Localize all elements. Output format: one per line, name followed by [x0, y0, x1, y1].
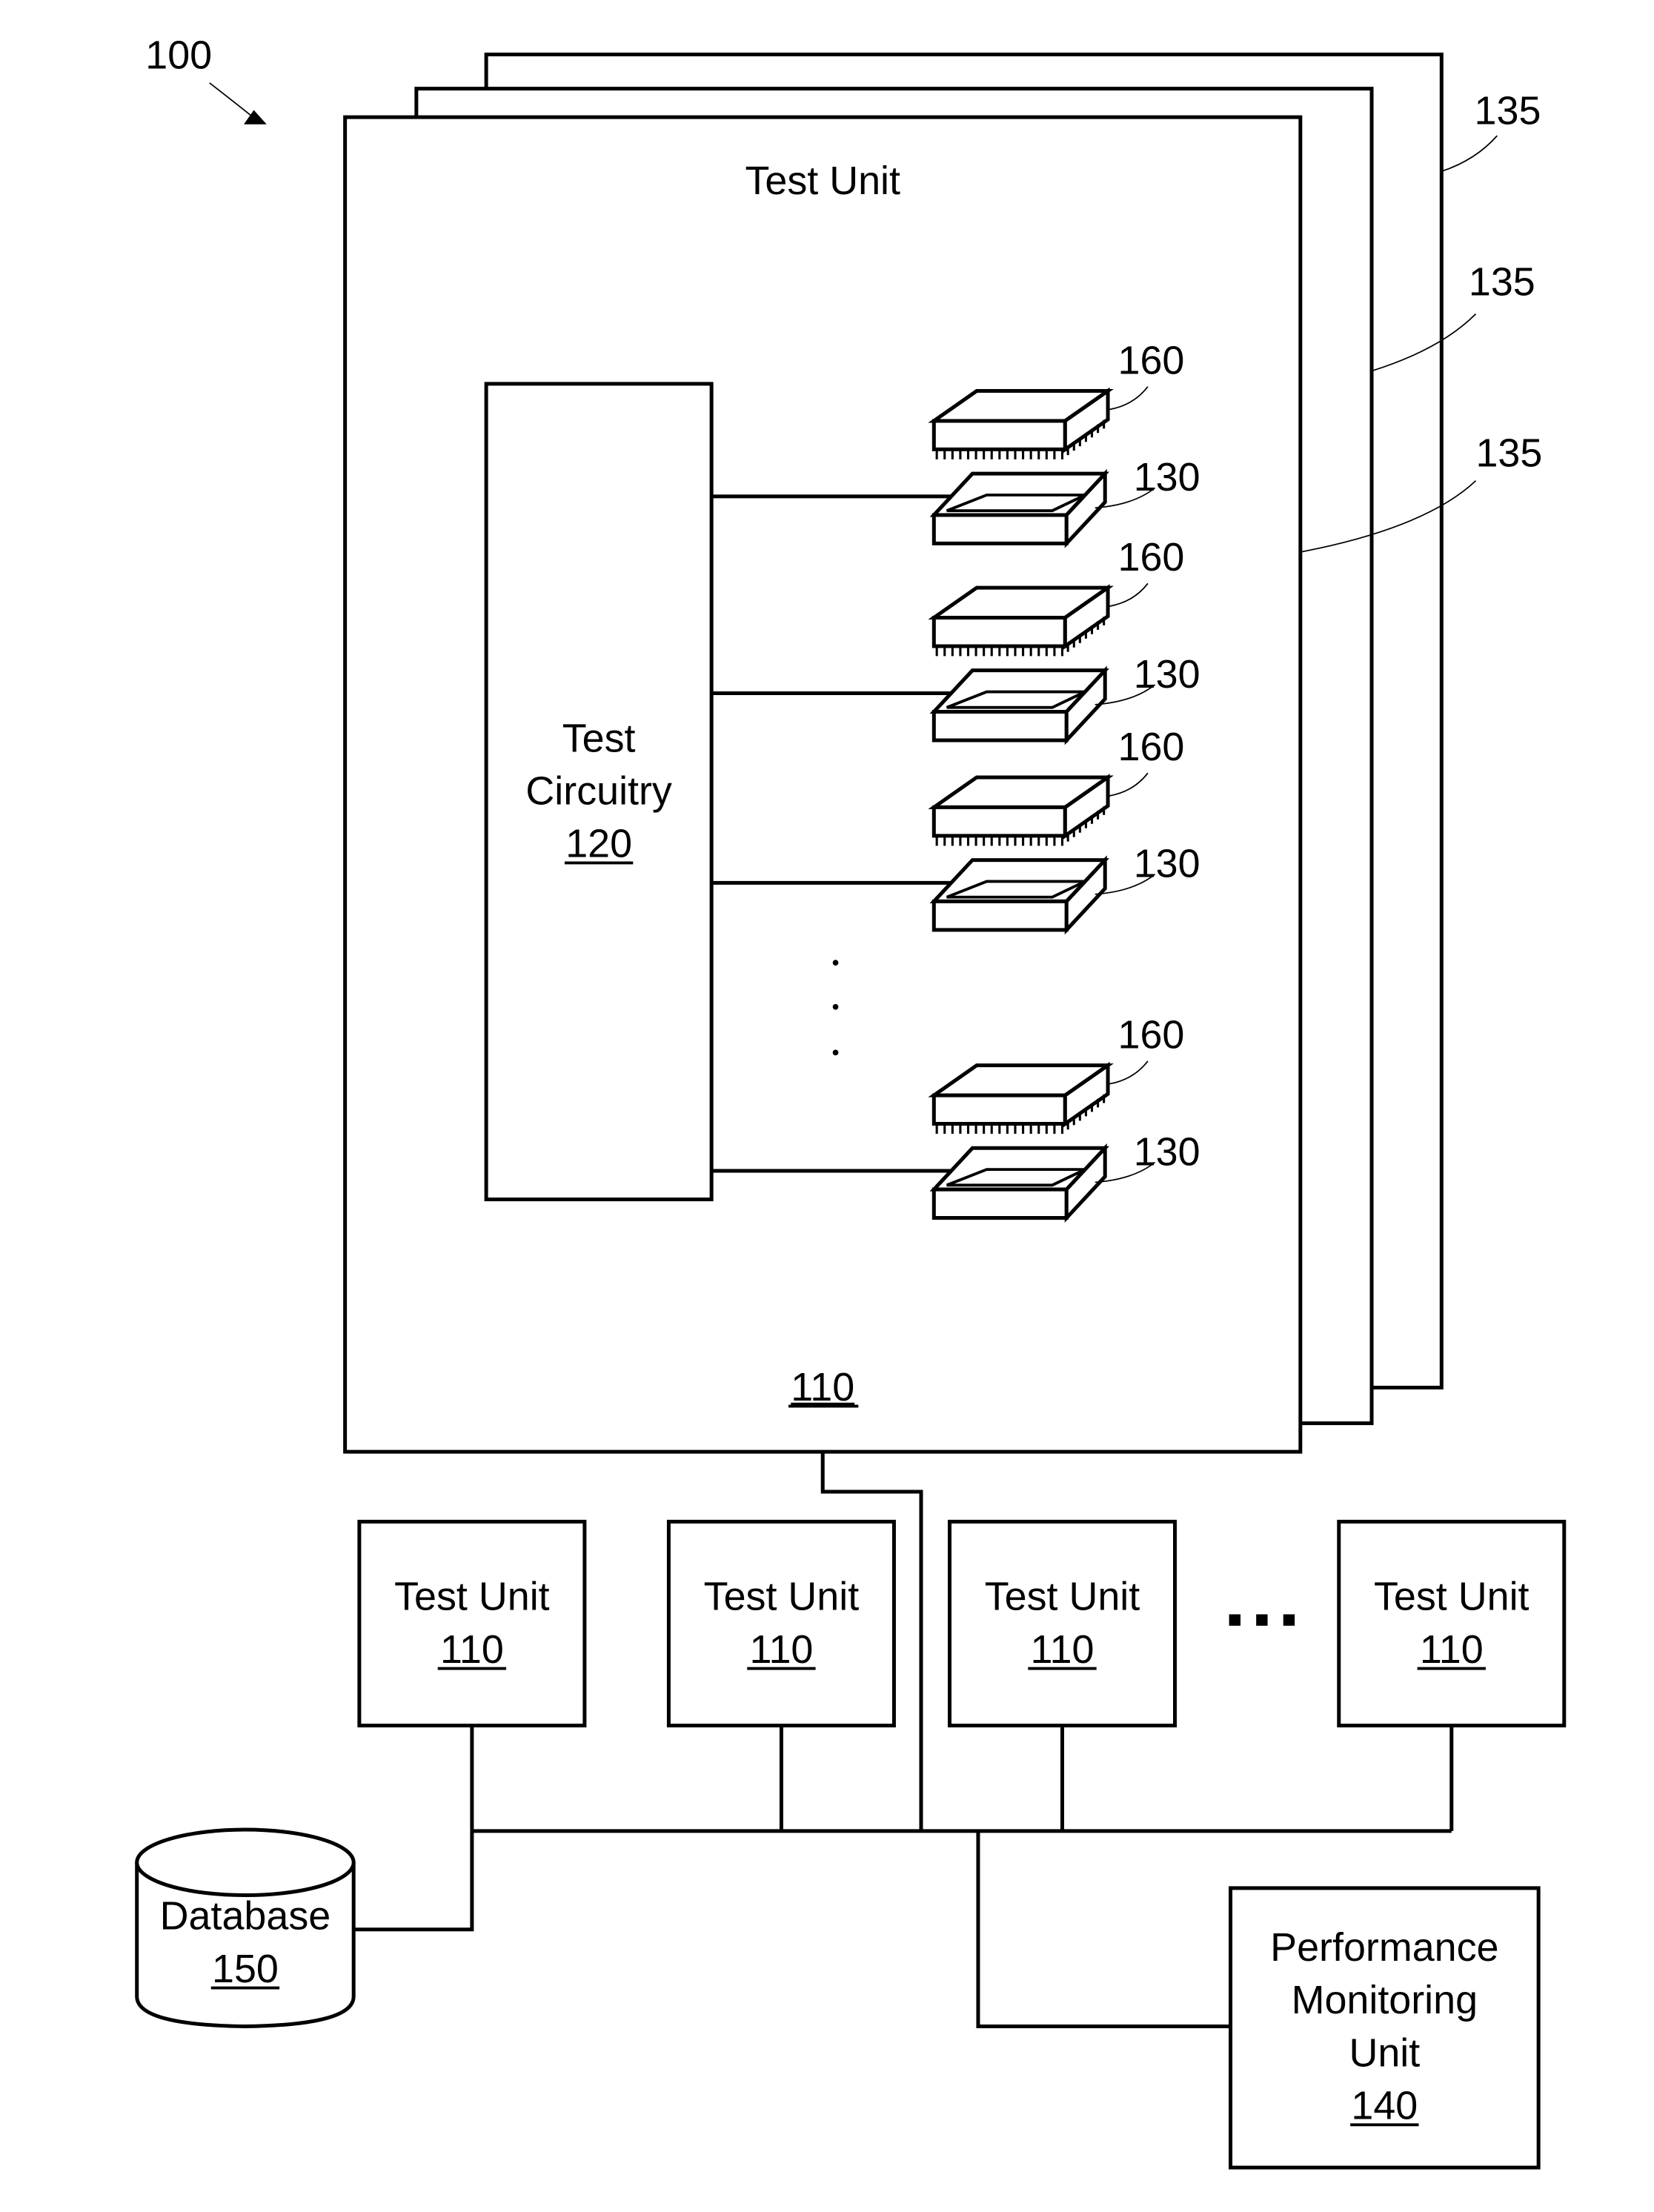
ellipsis-dot [832, 1003, 839, 1010]
test-unit-ref: 110 [1420, 1627, 1484, 1672]
ref-135-label-front: 135 [1475, 431, 1542, 476]
pmu-label-line3: Unit [1349, 2030, 1420, 2075]
chip-front [931, 1093, 1067, 1126]
test-circuitry-label-line1: Test [562, 716, 636, 760]
units-ellipsis-dot [1229, 1614, 1240, 1626]
test-unit-ref: 110 [791, 1365, 854, 1409]
units-ellipsis-dot [1283, 1614, 1295, 1626]
pmu-label-line1: Performance [1270, 1925, 1498, 1970]
ellipsis-dot [832, 960, 839, 966]
test-unit-label: Test Unit [704, 1575, 860, 1619]
test-unit-ref: 110 [440, 1627, 504, 1672]
socket-front [931, 709, 1069, 743]
database-ref: 150 [212, 1947, 279, 1991]
test-unit[interactable]: Test Unit 110 [357, 1519, 587, 1831]
socket-ref-label: 130 [1134, 842, 1200, 886]
chip-front [931, 805, 1067, 838]
ref-100-leader [209, 82, 257, 121]
chip-front [931, 615, 1067, 648]
device-ref-label: 160 [1118, 1013, 1185, 1057]
pmu-ref: 140 [1351, 2084, 1418, 2128]
ref-135-leader-front [1300, 480, 1477, 553]
test-unit[interactable]: Test Unit 110 [947, 1519, 1177, 1831]
device-ref-label: 160 [1118, 535, 1185, 579]
database-cylinder-top [135, 1827, 356, 1898]
test-unit-label: Test Unit [1374, 1575, 1530, 1619]
ref-135-leader-middle [1371, 313, 1477, 372]
database-label: Database [160, 1894, 331, 1939]
test-units-row: Test Unit110Test Unit110Test Unit110Test… [357, 1519, 1567, 1831]
socket-front [931, 513, 1069, 545]
socket-ref-label: 130 [1134, 652, 1200, 697]
device-ref-label: 160 [1118, 725, 1185, 769]
units-ellipsis-dot [1256, 1614, 1268, 1626]
device-ref-label: 160 [1118, 338, 1185, 382]
ellipsis-dot [832, 1049, 839, 1056]
socket-front [931, 1187, 1069, 1220]
database-connector [353, 1830, 474, 1932]
test-unit[interactable]: Test Unit 110 [1337, 1519, 1567, 1831]
ref-135-label-middle: 135 [1469, 260, 1535, 305]
ref-135-label-back: 135 [1475, 89, 1541, 133]
test-unit-label: Test Unit [985, 1575, 1140, 1619]
socket-ref-label: 130 [1134, 455, 1200, 499]
socket-front [931, 899, 1069, 932]
test-unit-ref: 110 [1031, 1627, 1095, 1672]
chip-front [931, 419, 1067, 451]
test-unit[interactable]: Test Unit 110 [666, 1519, 896, 1831]
socket-ref-label: 130 [1134, 1129, 1200, 1174]
test-unit-ref: 110 [749, 1627, 813, 1672]
test-unit-label: Test Unit [394, 1575, 550, 1619]
pmu-label-line2: Monitoring [1292, 1978, 1478, 2022]
test-unit-title: Test Unit [745, 159, 900, 203]
database[interactable]: Database 150 [135, 1827, 356, 2029]
test-unit-box [666, 1519, 896, 1728]
test-circuitry-label-line2: Circuitry [525, 769, 672, 814]
system-diagram: 100 135 135 135 Test Unit 110 Test Circu… [135, 33, 1567, 2170]
ref-100-label: 100 [145, 33, 212, 78]
ref-135-leader-back [1441, 135, 1498, 173]
test-circuitry-ref: 120 [565, 822, 632, 866]
test-unit-box [1337, 1519, 1567, 1728]
test-unit-box [947, 1519, 1177, 1728]
test-unit-box [357, 1519, 587, 1728]
pmu-connector [976, 1830, 1231, 2029]
